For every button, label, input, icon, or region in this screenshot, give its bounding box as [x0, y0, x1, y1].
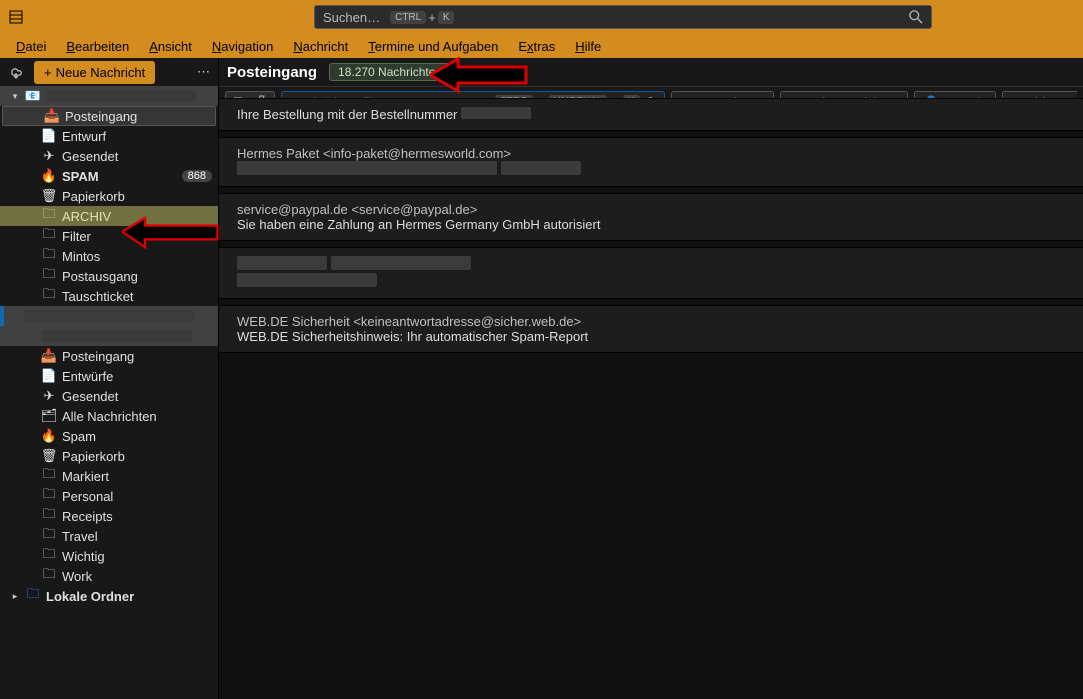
content-tabs: Posteingang 18.270 Nachrichten: [219, 58, 1083, 86]
kbd-ctrl: CTRL: [390, 11, 426, 24]
search-placeholder: Suchen…: [323, 10, 380, 25]
folder-tab-title[interactable]: Posteingang: [227, 64, 317, 81]
folder-gesendet-2[interactable]: ✈Gesendet: [0, 386, 218, 406]
window-titlebar: Suchen… CTRL + K: [0, 0, 1083, 34]
mail-account-icon: 📧: [26, 88, 40, 104]
folder-work[interactable]: 🗀Work: [0, 566, 218, 586]
message-row[interactable]: [219, 247, 1083, 299]
plus-icon: +: [44, 65, 52, 80]
menu-termine[interactable]: Termine und Aufgaben: [358, 37, 508, 56]
kbd-k: K: [438, 11, 455, 24]
folder-posteingang-1[interactable]: 📥Posteingang: [2, 106, 216, 126]
folder-travel[interactable]: 🗀Travel: [0, 526, 218, 546]
folder-spam-2[interactable]: 🔥Spam: [0, 426, 218, 446]
folder-filter[interactable]: 🗀Filter: [0, 226, 218, 246]
menu-hilfe[interactable]: Hilfe: [565, 37, 611, 56]
folder-mintos[interactable]: 🗀Mintos: [0, 246, 218, 266]
folder-sidebar: + Neue Nachricht ⋯ ▾ 📧 📥Posteingang 📄Ent…: [0, 58, 219, 699]
folder-papierkorb-2[interactable]: 🗑Papierkorb: [0, 446, 218, 466]
folder-icon: 🗀: [26, 585, 40, 607]
menu-nachricht[interactable]: Nachricht: [283, 37, 358, 56]
get-messages-icon[interactable]: [8, 64, 24, 80]
local-folders-header[interactable]: ▸ 🗀 Lokale Ordner: [0, 586, 218, 606]
message-row[interactable]: WEB.DE Sicherheit <keineantwortadresse@s…: [219, 305, 1083, 353]
chevron-down-icon: ▾: [10, 91, 20, 102]
account1-header[interactable]: ▾ 📧: [0, 86, 218, 106]
new-message-button[interactable]: + Neue Nachricht: [34, 61, 155, 84]
sidebar-overflow-icon[interactable]: ⋯: [197, 64, 210, 80]
chevron-right-icon: ▸: [10, 591, 20, 602]
menu-navigation[interactable]: Navigation: [202, 37, 283, 56]
folder-spam-1[interactable]: 🔥SPAM868: [0, 166, 218, 186]
folder-personal[interactable]: 🗀Personal: [0, 486, 218, 506]
account2-name-redacted: [24, 310, 194, 322]
content-pane: Posteingang 18.270 Nachrichten Nachricht…: [219, 58, 1083, 699]
spam-count-badge: 868: [182, 170, 212, 182]
folder-gesendet-1[interactable]: ✈Gesendet: [0, 146, 218, 166]
folder-receipts[interactable]: 🗀Receipts: [0, 506, 218, 526]
folder-alle-nachrichten[interactable]: 🗂Alle Nachrichten: [0, 406, 218, 426]
message-row[interactable]: Ihre Bestellung mit der Bestellnummer: [219, 98, 1083, 131]
new-message-label: Neue Nachricht: [56, 65, 146, 80]
global-search-input[interactable]: Suchen… CTRL + K: [314, 5, 932, 29]
message-list[interactable]: Ihre Bestellung mit der Bestellnummer He…: [219, 118, 1083, 699]
account2-header[interactable]: [0, 306, 218, 326]
folder-archiv[interactable]: 🗀ARCHIV: [0, 206, 218, 226]
folder-entwurf-1[interactable]: 📄Entwurf: [0, 126, 218, 146]
search-icon: [909, 10, 923, 24]
app-menu-icon[interactable]: [8, 9, 24, 25]
folder-tauschticket[interactable]: 🗀Tauschticket: [0, 286, 218, 306]
folder-entwuerfe-2[interactable]: 📄Entwürfe: [0, 366, 218, 386]
menu-extras[interactable]: Extras: [508, 37, 565, 56]
message-row[interactable]: service@paypal.de <service@paypal.de> Si…: [219, 193, 1083, 241]
kbd-plus: +: [428, 10, 436, 25]
message-row[interactable]: Hermes Paket <info-paket@hermesworld.com…: [219, 137, 1083, 187]
folder-tree: ▾ 📧 📥Posteingang 📄Entwurf ✈Gesendet 🔥SPA…: [0, 86, 218, 699]
menu-ansicht[interactable]: Ansicht: [139, 37, 202, 56]
menu-bearbeiten[interactable]: Bearbeiten: [56, 37, 139, 56]
folder-papierkorb-1[interactable]: 🗑Papierkorb: [0, 186, 218, 206]
folder-markiert[interactable]: 🗀Markiert: [0, 466, 218, 486]
menu-datei[interactable]: Datei: [6, 37, 56, 56]
folder-postausgang[interactable]: 🗀Postausgang: [0, 266, 218, 286]
folder-wichtig[interactable]: 🗀Wichtig: [0, 546, 218, 566]
message-count-pill: 18.270 Nachrichten: [329, 63, 451, 81]
account1-name-redacted: [46, 90, 196, 102]
menubar: Datei Bearbeiten Ansicht Navigation Nach…: [0, 34, 1083, 58]
sidebar-toolbar: + Neue Nachricht ⋯: [0, 58, 218, 86]
folder-posteingang-2[interactable]: 📥Posteingang: [0, 346, 218, 366]
account2-sub-redacted[interactable]: [0, 326, 218, 346]
